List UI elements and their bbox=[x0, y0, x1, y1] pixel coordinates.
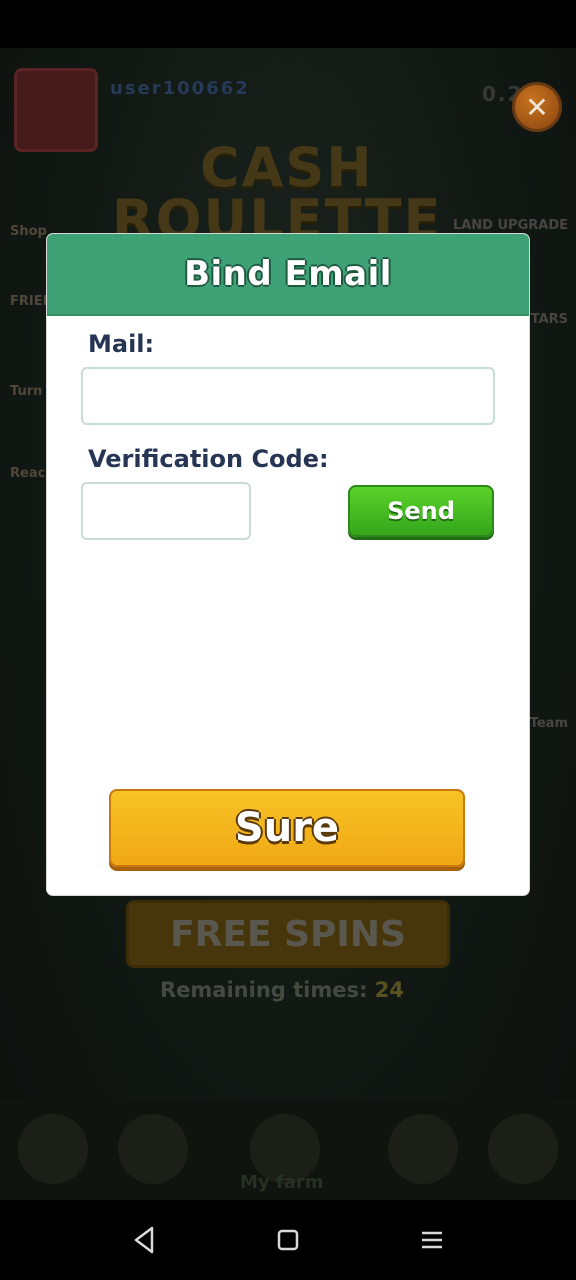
sure-button[interactable]: Sure bbox=[109, 789, 465, 867]
bind-email-dialog: Bind Email Mail: Verification Code: Send… bbox=[47, 234, 529, 895]
home-icon[interactable] bbox=[270, 1222, 306, 1258]
dialog-header: Bind Email bbox=[47, 234, 529, 316]
verification-code-input[interactable] bbox=[81, 482, 251, 540]
close-icon: ✕ bbox=[525, 90, 549, 124]
system-navigation-bar bbox=[0, 1200, 576, 1280]
mail-label: Mail: bbox=[88, 330, 155, 358]
back-icon[interactable] bbox=[126, 1222, 162, 1258]
status-bar bbox=[0, 0, 576, 48]
menu-icon[interactable] bbox=[414, 1222, 450, 1258]
mail-input[interactable] bbox=[81, 367, 495, 425]
verification-code-label: Verification Code: bbox=[88, 445, 329, 473]
dialog-title: Bind Email bbox=[184, 254, 392, 294]
close-button[interactable]: ✕ bbox=[512, 82, 562, 132]
send-button[interactable]: Send bbox=[348, 485, 494, 537]
